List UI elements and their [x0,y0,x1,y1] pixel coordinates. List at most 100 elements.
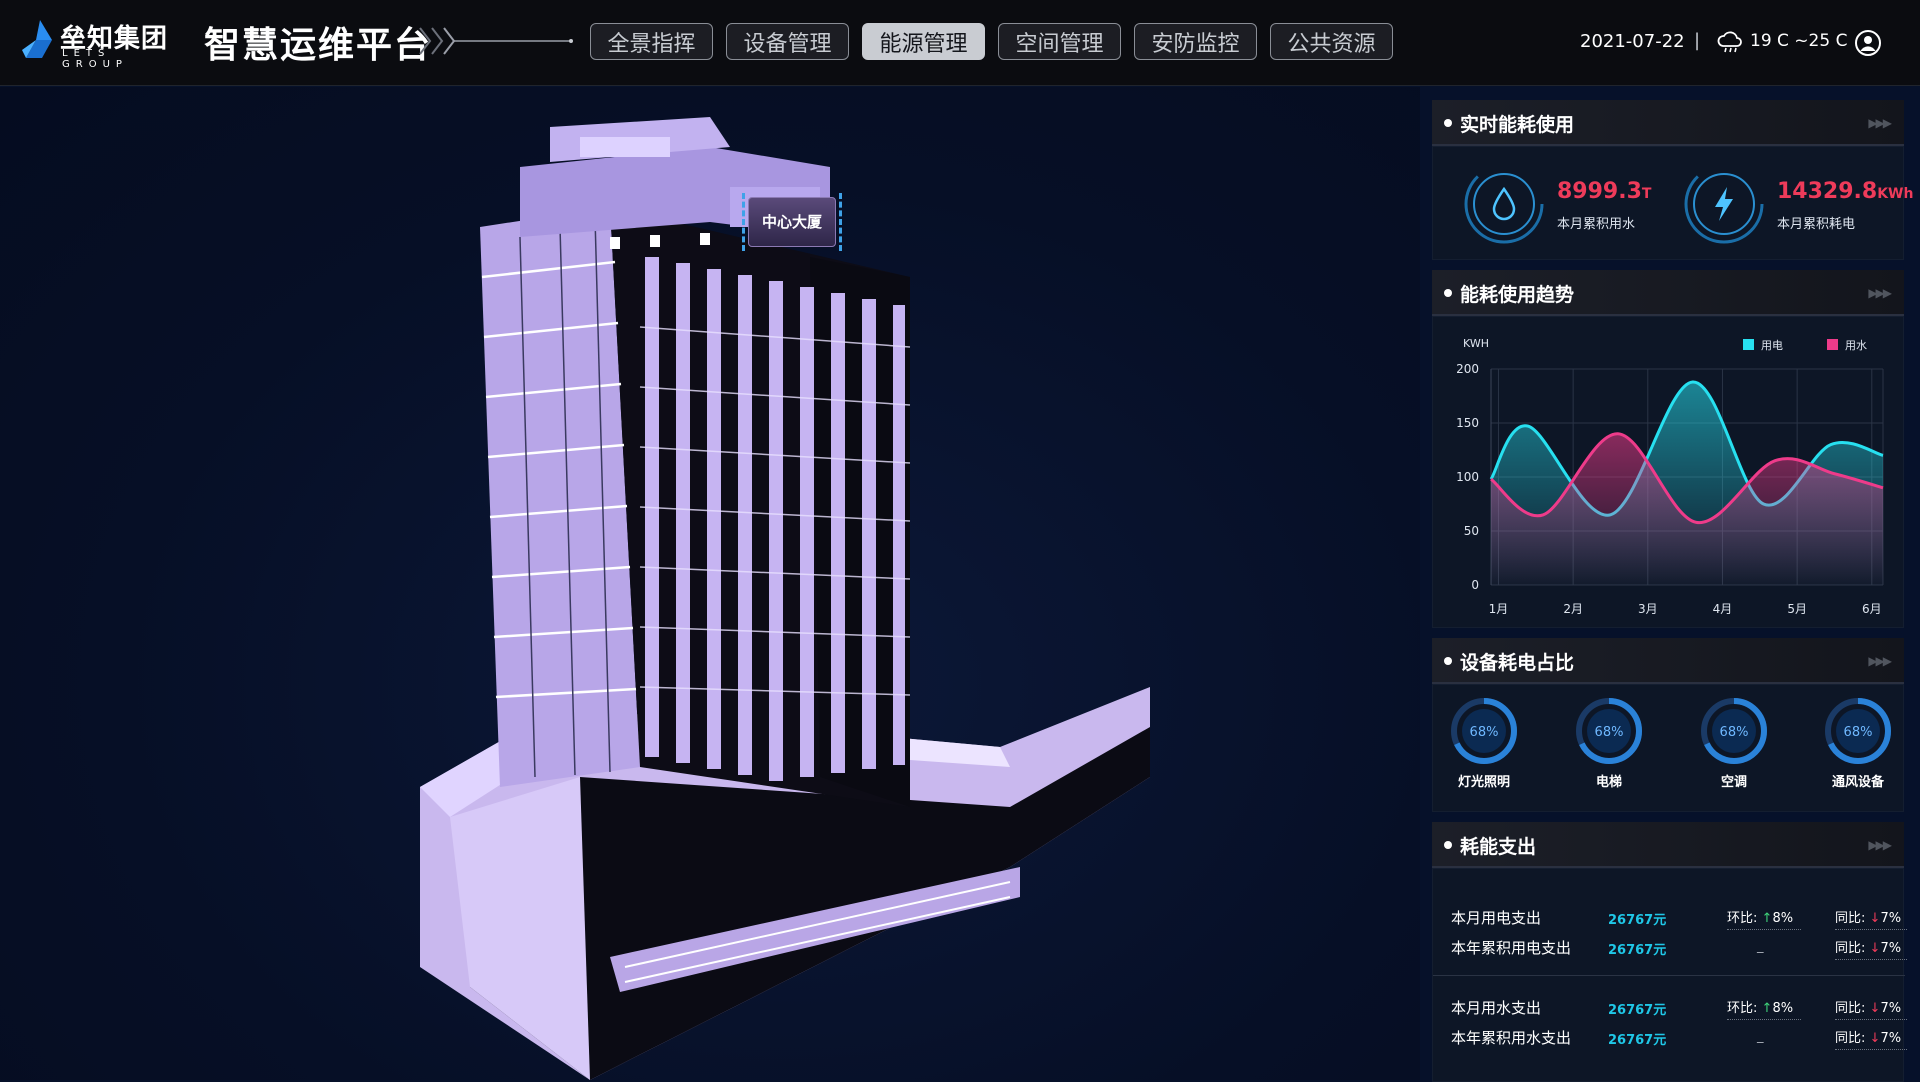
expense-row: 本年累积用电支出 26767元 _ 同比: ↓7% [1451,937,1907,961]
lightning-icon [1684,164,1764,244]
nav-tab-security[interactable]: 安防监控 [1134,23,1257,60]
expense-value: 26767元 [1608,1003,1667,1018]
realtime-body: 8999.3T 本月累积用水 14329.8KWh 本月累积耗电 [1432,146,1913,260]
power-kpi: 14329.8KWh 本月累积耗电 [1681,161,1913,247]
legend-label: 用水 [1845,339,1867,352]
y-tick-label: 100 [1456,470,1479,484]
y-tick-label: 150 [1456,416,1479,430]
x-tick-label: 4月 [1713,602,1733,616]
mom-change: 环比: ↑8% [1727,997,1801,1020]
gauge-label-elevator: 电梯 [1595,775,1622,790]
gauge-ring-icon: 68% [1701,698,1767,764]
device-section-header: 设备耗电占比 ▶▶▶ [1432,638,1904,684]
realtime-section-header: 实时能耗使用 ▶▶▶ [1432,100,1904,146]
y-tick-label: 200 [1456,362,1479,376]
gauge-ventilation[interactable]: 68% 通风设备 [1813,695,1903,790]
section-dot [1444,657,1452,665]
gauge-lighting[interactable]: 68% 灯光照明 [1439,695,1529,790]
gauge-elevator[interactable]: 68% 电梯 [1564,695,1654,790]
nav-tab-panorama[interactable]: 全景指挥 [590,23,713,60]
nav-tab-public-resources[interactable]: 公共资源 [1270,23,1393,60]
more-arrows-icon[interactable]: ▶▶▶ [1868,116,1892,130]
power-value: 14329.8KWh [1777,179,1914,204]
building-3d-scene[interactable]: 中心大厦 [0,87,1420,1080]
section-dot [1444,119,1452,127]
gauge-aircon[interactable]: 68% 空调 [1689,695,1779,790]
building-name: 中心大厦 [761,213,822,231]
section-dot [1444,841,1452,849]
company-logo[interactable]: 垒知集团 LETS GROUP [22,18,172,70]
main-nav: 全景指挥 设备管理 能源管理 空间管理 安防监控 公共资源 [590,23,1393,60]
yoy-change: 同比: ↓7% [1835,1027,1907,1050]
weather-temperature: 19 C ~25 C [1750,31,1848,51]
expense-value: 26767元 [1608,1033,1667,1048]
x-tick-label: 6月 [1862,602,1882,616]
y-axis-label: KWH [1463,337,1489,350]
right-panel: 实时能耗使用 ▶▶▶ 8999.3T 本月累积用水 14329.8KWh 本月累… [1432,100,1913,1082]
legend-label: 用电 [1761,339,1783,352]
realtime-title: 实时能耗使用 [1460,114,1575,136]
energy-trend-chart[interactable]: KWH 0 50 100 150 200 1月 2月 3月 4月 5月 6月 用电 用水 [1433,317,1903,627]
expense-name: 本年累积用水支出 [1451,1029,1572,1047]
expense-divider [1433,975,1905,976]
tag-edge-left [742,193,745,251]
trend-chart-body: KWH 0 50 100 150 200 1月 2月 3月 4月 5月 6月 用电 用水 [1432,316,1904,628]
nav-tab-energy[interactable]: 能源管理 [862,23,985,60]
trend-title: 能耗使用趋势 [1460,284,1575,306]
device-title: 设备耗电占比 [1460,652,1575,674]
more-arrows-icon[interactable]: ▶▶▶ [1868,838,1892,852]
tag-edge-right [839,193,842,251]
nav-tab-device[interactable]: 设备管理 [726,23,849,60]
gauge-value: 68% [1595,725,1624,740]
mom-change: 环比: ↑8% [1727,907,1801,930]
gauge-label-ventilation: 通风设备 [1831,775,1884,790]
building-name-tag[interactable]: 中心大厦 [742,193,842,251]
x-tick-label: 3月 [1638,602,1658,616]
water-label: 本月累积用水 [1557,217,1636,232]
power-label: 本月累积耗电 [1777,217,1856,232]
water-drop-icon [1464,164,1544,244]
more-arrows-icon[interactable]: ▶▶▶ [1868,654,1892,668]
x-tick-label: 2月 [1563,602,1583,616]
expense-body: 本月用电支出 26767元 环比: ↑8% 同比: ↓7% 本年累积用电支出 2… [1432,868,1907,1082]
x-tick-label: 5月 [1787,602,1807,616]
expense-row: 本月用电支出 26767元 环比: ↑8% 同比: ↓7% [1451,907,1907,931]
x-tick-label: 1月 [1489,602,1509,616]
yoy-change: 同比: ↓7% [1835,997,1907,1020]
cloud-rain-icon [1717,31,1742,53]
section-dot [1444,289,1452,297]
expense-section-header: 耗能支出 ▶▶▶ [1432,822,1904,868]
y-tick-label: 50 [1464,524,1479,538]
expense-name: 本月用水支出 [1451,999,1542,1017]
mom-empty: _ [1757,939,1764,954]
mom-empty: _ [1757,1029,1764,1044]
trend-section-header: 能耗使用趋势 ▶▶▶ [1432,270,1904,316]
expense-value: 26767元 [1608,913,1667,928]
more-arrows-icon[interactable]: ▶▶▶ [1868,286,1892,300]
user-icon[interactable] [1854,29,1882,57]
y-tick-label: 0 [1471,578,1479,592]
platform-title: 智慧运维平台 [204,25,433,66]
expense-row: 本年累积用水支出 26767元 _ 同比: ↓7% [1451,1027,1907,1051]
legend-swatch [1743,339,1754,350]
expense-title: 耗能支出 [1460,836,1537,858]
water-kpi: 8999.3T 本月累积用水 [1461,161,1681,247]
gauge-ring-icon: 68% [1451,698,1517,764]
logo-english-name: LETS GROUP [62,48,128,70]
gauge-value: 68% [1470,725,1499,740]
expense-name: 本月用电支出 [1451,909,1542,927]
yoy-change: 同比: ↓7% [1835,907,1907,930]
legend-swatch [1827,339,1838,350]
expense-row: 本月用水支出 26767元 环比: ↑8% 同比: ↓7% [1451,997,1907,1021]
expense-name: 本年累积用电支出 [1451,939,1572,957]
nav-tab-space[interactable]: 空间管理 [998,23,1121,60]
gauge-value: 68% [1720,725,1749,740]
yoy-change: 同比: ↓7% [1835,937,1907,960]
expense-value: 26767元 [1608,943,1667,958]
header-separator: | [1694,30,1701,51]
gauge-label-aircon: 空调 [1720,775,1747,790]
top-header: 垒知集团 LETS GROUP 智慧运维平台 全景指挥 设备管理 能源管理 空间… [0,0,1920,86]
current-date: 2021-07-22 [1580,31,1685,52]
gauge-ring-icon: 68% [1576,698,1642,764]
gauge-label-lighting: 灯光照明 [1457,775,1510,790]
